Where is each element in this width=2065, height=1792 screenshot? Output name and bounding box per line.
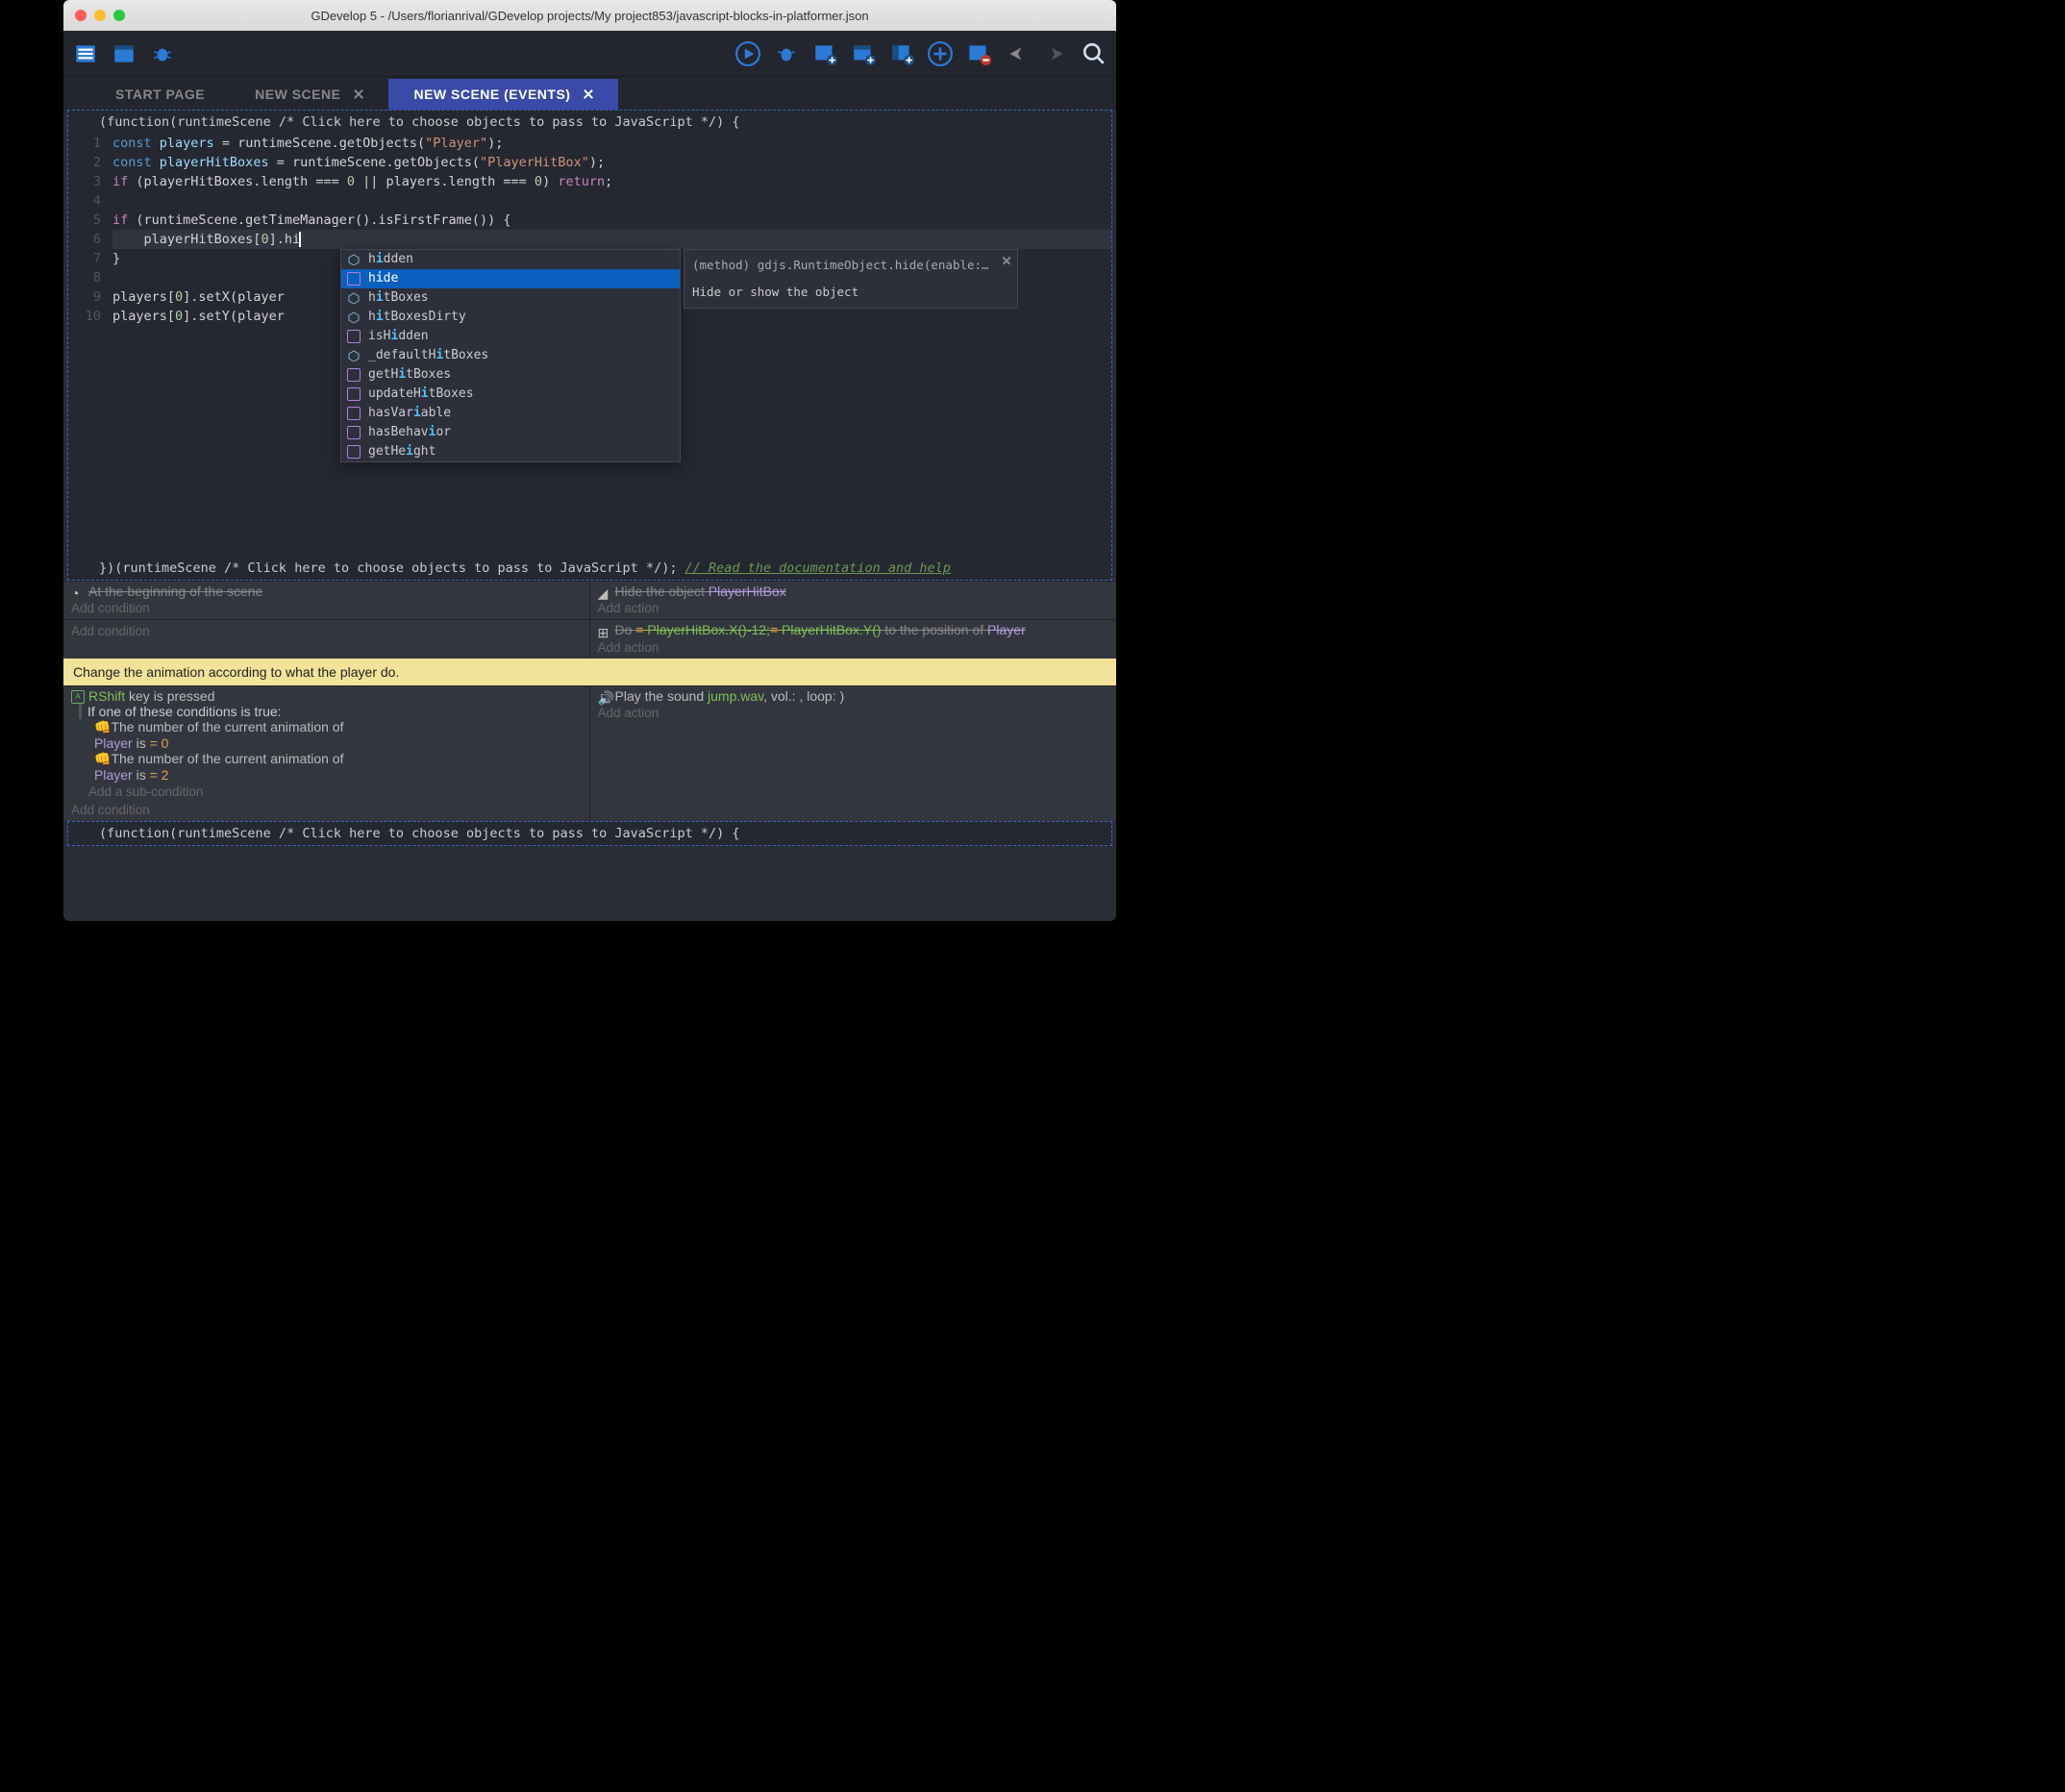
autocomplete-item[interactable]: updateHitBoxes — [341, 385, 680, 404]
js-event-block[interactable]: (function(runtimeScene /* Click here to … — [67, 110, 1112, 581]
close-icon[interactable] — [584, 89, 593, 99]
add-subcondition-link[interactable]: Add a sub-condition — [88, 783, 584, 801]
line-gutter: 1 2 3 4 5 6 7 8 9 10 — [68, 134, 112, 326]
doc-link[interactable]: // Read the documentation and help — [685, 560, 951, 576]
add-subevent-icon[interactable] — [847, 37, 880, 70]
doc-signature: (method) gdjs.RuntimeObject.hide(enable:… — [692, 256, 1009, 275]
tab-start-page[interactable]: START PAGE — [90, 79, 230, 110]
close-window-button[interactable] — [75, 10, 87, 21]
tab-new-scene-events[interactable]: NEW SCENE (EVENTS) — [388, 79, 618, 110]
autocomplete-item[interactable]: hasBehavior — [341, 423, 680, 442]
scene-icon[interactable] — [108, 37, 140, 70]
doc-description: Hide or show the object — [692, 283, 1009, 302]
add-condition-link[interactable]: Add condition — [71, 599, 584, 617]
documentation-tooltip: (method) gdjs.RuntimeObject.hide(enable:… — [684, 249, 1018, 309]
add-condition-link[interactable]: Add condition — [71, 801, 584, 819]
function-footer[interactable]: })(runtimeScene /* Click here to choose … — [68, 557, 1111, 580]
property-icon — [347, 311, 361, 324]
condition-text[interactable]: At the beginning of the scene — [88, 584, 262, 599]
method-icon — [347, 272, 361, 286]
text-cursor — [299, 232, 301, 247]
close-icon[interactable] — [1002, 256, 1011, 265]
function-header[interactable]: (function(runtimeScene /* Click here to … — [68, 111, 1111, 134]
autocomplete-item[interactable]: hide — [341, 269, 680, 288]
autocomplete-popup[interactable]: hiddenhidehitBoxeshitBoxesDirtyisHidden_… — [340, 249, 681, 462]
tab-bar: START PAGE NEW SCENE NEW SCENE (EVENTS) — [63, 77, 1116, 110]
add-action-link[interactable]: Add action — [598, 638, 1111, 657]
js-event-block-2[interactable]: (function(runtimeScene /* Click here to … — [67, 821, 1112, 846]
comment-event[interactable]: Change the animation according to what t… — [63, 659, 1116, 685]
minimize-window-button[interactable] — [94, 10, 106, 21]
position-icon: ⊞ — [598, 625, 611, 638]
add-action-link[interactable]: Add action — [598, 599, 1111, 617]
method-icon — [347, 387, 361, 401]
hide-icon: ◢ — [598, 585, 611, 599]
clock-icon: ◔ — [71, 585, 85, 599]
close-icon[interactable] — [354, 89, 363, 99]
add-icon[interactable] — [924, 37, 957, 70]
method-icon — [347, 407, 361, 420]
sound-icon: 🔊 — [598, 690, 611, 704]
undo-icon[interactable] — [1001, 37, 1033, 70]
or-condition[interactable]: If one of these conditions is true: — [79, 704, 584, 719]
menu-icon[interactable] — [69, 37, 102, 70]
tab-new-scene[interactable]: NEW SCENE — [230, 79, 388, 110]
add-comment-icon[interactable] — [885, 37, 918, 70]
add-event-icon[interactable] — [809, 37, 841, 70]
add-condition-link[interactable]: Add condition — [71, 622, 584, 640]
keyboard-icon: A — [71, 690, 85, 704]
autocomplete-item[interactable]: hitBoxes — [341, 288, 680, 308]
play-button[interactable] — [732, 37, 764, 70]
method-icon — [347, 368, 361, 382]
toolbar — [63, 31, 1116, 77]
debug-icon[interactable] — [146, 37, 179, 70]
search-icon[interactable] — [1078, 37, 1110, 70]
debug-play-icon[interactable] — [770, 37, 803, 70]
autocomplete-item[interactable]: hidden — [341, 250, 680, 269]
property-icon — [347, 349, 361, 362]
titlebar: GDevelop 5 - /Users/florianrival/GDevelo… — [63, 0, 1116, 31]
code-editor[interactable]: const players = runtimeScene.getObjects(… — [112, 134, 1111, 326]
redo-icon[interactable] — [1039, 37, 1072, 70]
autocomplete-item[interactable]: isHidden — [341, 327, 680, 346]
autocomplete-item[interactable]: hitBoxesDirty — [341, 308, 680, 327]
function-header[interactable]: (function(runtimeScene /* Click here to … — [68, 822, 1111, 845]
events-panel: ◔At the beginning of the scene Add condi… — [63, 581, 1116, 821]
zoom-window-button[interactable] — [113, 10, 125, 21]
property-icon — [347, 291, 361, 305]
window-title: GDevelop 5 - /Users/florianrival/GDevelo… — [63, 9, 1116, 23]
animation-icon: 👊 — [94, 751, 111, 766]
autocomplete-item[interactable]: getHitBoxes — [341, 365, 680, 385]
method-icon — [347, 330, 361, 343]
property-icon — [347, 253, 361, 266]
animation-icon: 👊 — [94, 719, 111, 734]
autocomplete-item[interactable]: _defaultHitBoxes — [341, 346, 680, 365]
autocomplete-item[interactable]: hasVariable — [341, 404, 680, 423]
autocomplete-item[interactable]: getHeight — [341, 442, 680, 461]
delete-icon[interactable] — [962, 37, 995, 70]
add-action-link[interactable]: Add action — [598, 704, 1111, 722]
method-icon — [347, 426, 361, 439]
app-window: GDevelop 5 - /Users/florianrival/GDevelo… — [63, 0, 1116, 921]
method-icon — [347, 445, 361, 459]
